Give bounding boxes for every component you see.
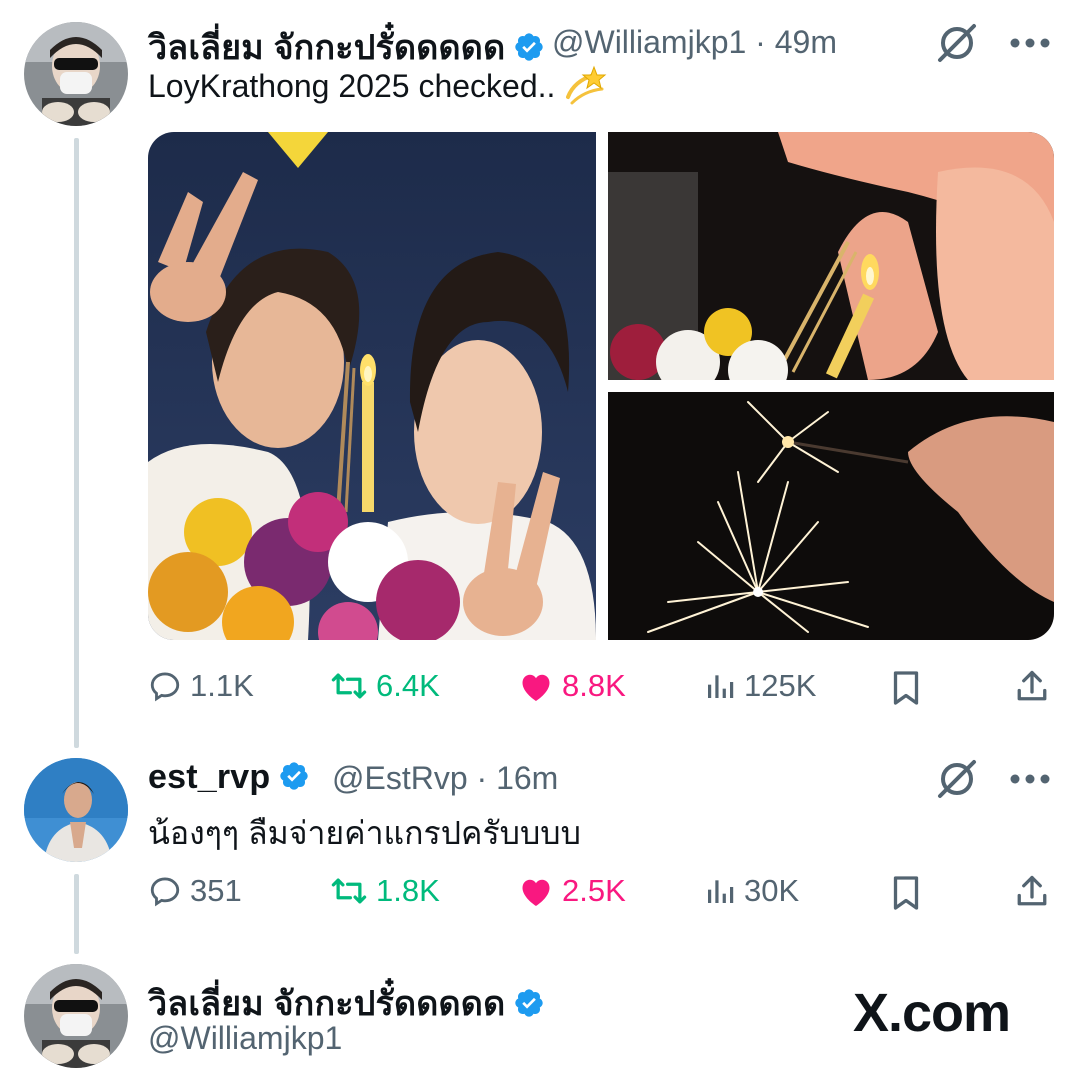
avatar[interactable] xyxy=(24,758,128,862)
avatar[interactable] xyxy=(24,22,128,126)
x-com-logo: X.com xyxy=(853,983,1011,1043)
bookmark-icon[interactable] xyxy=(890,875,922,911)
reply-button[interactable]: 351 xyxy=(148,873,242,909)
reply-icon xyxy=(150,672,180,702)
photo-hands-around-candle[interactable] xyxy=(608,132,1054,380)
thread-connector-line xyxy=(74,138,79,748)
views-button[interactable]: 125K xyxy=(704,668,816,704)
verified-badge-icon xyxy=(515,33,544,61)
views-chart-icon xyxy=(708,675,734,698)
reply-button[interactable]: 1.1K xyxy=(148,668,254,704)
like-button[interactable]: 8.8K xyxy=(518,668,626,704)
repost-icon xyxy=(331,673,367,699)
reply-count: 351 xyxy=(190,873,242,908)
dizzy-star-icon xyxy=(566,65,607,105)
grok-icon[interactable] xyxy=(934,20,980,66)
more-options-icon[interactable] xyxy=(1008,36,1052,50)
repost-button[interactable]: 6.4K xyxy=(330,668,440,704)
photo-sparkler[interactable] xyxy=(608,392,1054,640)
like-count: 8.8K xyxy=(562,668,626,703)
thread-connector-line xyxy=(74,874,79,954)
like-count: 2.5K xyxy=(562,873,626,908)
repost-count: 1.8K xyxy=(376,873,440,908)
share-icon[interactable] xyxy=(1014,668,1050,704)
verified-badge-icon xyxy=(280,762,309,790)
author-name[interactable]: วิลเลี่ยม จักกะปรั๋ดดดดด xyxy=(148,20,545,74)
author-handle[interactable]: @Williamjkp1 xyxy=(148,1020,342,1057)
repost-count: 6.4K xyxy=(376,668,440,703)
author-name[interactable]: est_rvp xyxy=(148,758,310,797)
views-count: 125K xyxy=(744,668,817,703)
heart-icon xyxy=(522,674,550,701)
like-button[interactable]: 2.5K xyxy=(518,873,626,909)
verified-badge-icon xyxy=(515,989,544,1017)
reply-count: 1.1K xyxy=(190,668,254,703)
media-grid xyxy=(148,132,1054,640)
repost-button[interactable]: 1.8K xyxy=(330,873,440,909)
share-icon[interactable] xyxy=(1014,873,1050,909)
views-chart-icon xyxy=(708,880,734,903)
photo-two-people-with-candle[interactable] xyxy=(148,132,596,640)
repost-icon xyxy=(331,878,367,904)
tweet-text: LoyKrathong 2025 checked.. xyxy=(148,65,608,107)
reply-icon xyxy=(150,877,180,907)
views-count: 30K xyxy=(744,873,800,908)
views-button[interactable]: 30K xyxy=(704,873,799,909)
avatar[interactable] xyxy=(24,964,128,1068)
heart-icon xyxy=(522,879,550,906)
grok-icon[interactable] xyxy=(934,756,980,802)
handle-and-timestamp[interactable]: @Williamjkp1 · 49m xyxy=(552,24,837,61)
more-options-icon[interactable] xyxy=(1008,772,1052,786)
handle-and-timestamp[interactable]: @EstRvp · 16m xyxy=(332,760,558,797)
tweet-text: น้องๆๆ ลืมจ่ายค่าแกรปครับบบบ xyxy=(148,815,581,851)
bookmark-icon[interactable] xyxy=(890,670,922,706)
